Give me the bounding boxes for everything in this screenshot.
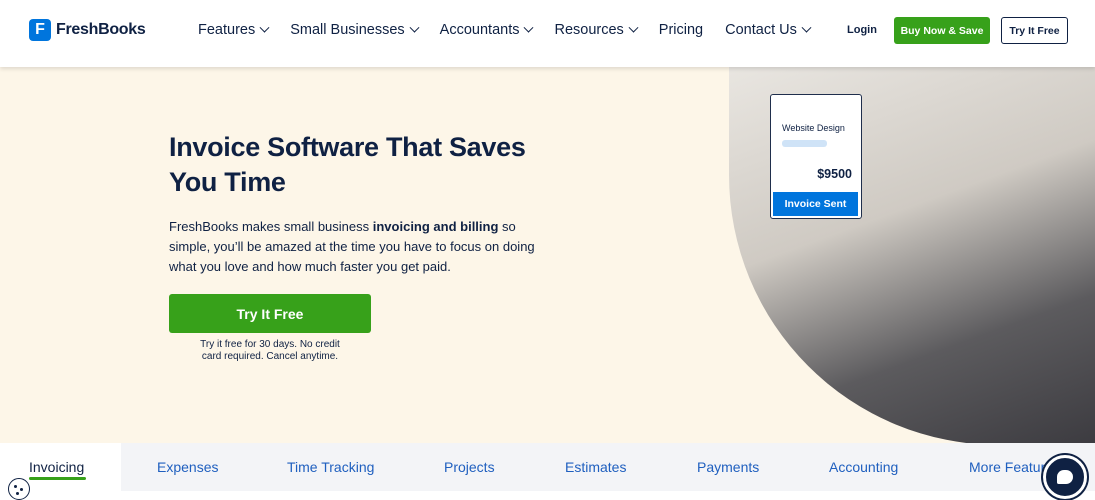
- tab-payments[interactable]: Payments: [697, 459, 759, 475]
- nav-resources[interactable]: Resources: [554, 22, 639, 38]
- feature-tabs: Invoicing Expenses Time Tracking Project…: [0, 443, 1095, 491]
- nav-label: Resources: [554, 22, 624, 38]
- tab-estimates[interactable]: Estimates: [565, 459, 626, 475]
- site-header: F FreshBooks Features Small Businesses A…: [0, 0, 1095, 67]
- tab-label: Invoicing: [29, 459, 85, 475]
- try-free-cta-button[interactable]: Try It Free: [169, 294, 371, 333]
- nav-label: Features: [198, 22, 256, 38]
- login-link[interactable]: Login: [847, 24, 877, 36]
- nav-label: Pricing: [658, 22, 704, 38]
- logo-icon: F: [29, 19, 51, 41]
- tab-accounting[interactable]: Accounting: [829, 459, 898, 475]
- tab-projects[interactable]: Projects: [444, 459, 495, 475]
- buy-now-button[interactable]: Buy Now & Save: [894, 17, 990, 44]
- trial-note: Try it free for 30 days. No credit card …: [200, 339, 340, 362]
- nav-pricing[interactable]: Pricing: [659, 22, 703, 38]
- main-nav: Features Small Businesses Accountants Re…: [198, 22, 832, 38]
- nav-small-businesses[interactable]: Small Businesses: [290, 22, 420, 38]
- hero-description: FreshBooks makes small business invoicin…: [169, 217, 559, 277]
- nav-accountants[interactable]: Accountants: [439, 22, 534, 38]
- hero-title: Invoice Software That Saves You Time: [169, 132, 526, 197]
- nav-contact-us[interactable]: Contact Us: [725, 22, 812, 38]
- hero-section: Invoice Software That Saves You Time Fre…: [0, 67, 1095, 443]
- active-tab-underline: [29, 477, 86, 480]
- nav-features[interactable]: Features: [198, 22, 270, 38]
- tab-expenses[interactable]: Expenses: [157, 459, 218, 475]
- invoice-sent-badge: Invoice Sent: [773, 192, 858, 216]
- chevron-down-icon: [409, 22, 420, 33]
- chevron-down-icon: [801, 22, 812, 33]
- try-free-header-button[interactable]: Try It Free: [1001, 17, 1068, 44]
- tab-time-tracking[interactable]: Time Tracking: [287, 459, 374, 475]
- invoice-amount: $9500: [817, 167, 852, 181]
- nav-label: Small Businesses: [290, 22, 405, 38]
- cookie-icon[interactable]: [8, 478, 30, 500]
- nav-label: Contact Us: [725, 22, 797, 38]
- chevron-down-icon: [628, 22, 639, 33]
- nav-label: Accountants: [439, 22, 520, 38]
- invoice-placeholder-bar: [782, 140, 827, 147]
- chevron-down-icon: [524, 22, 534, 33]
- chat-button[interactable]: [1043, 455, 1087, 499]
- hero-desc-text: FreshBooks makes small business: [169, 219, 373, 234]
- chevron-down-icon: [259, 22, 270, 33]
- invoice-card: Website Design $9500 Invoice Sent: [770, 94, 862, 219]
- logo-text: FreshBooks: [56, 21, 146, 38]
- invoice-title: Website Design: [782, 123, 845, 133]
- hero-desc-bold-link[interactable]: invoicing and billing: [373, 219, 499, 234]
- chat-icon: [1057, 470, 1073, 484]
- logo[interactable]: F FreshBooks: [29, 19, 146, 41]
